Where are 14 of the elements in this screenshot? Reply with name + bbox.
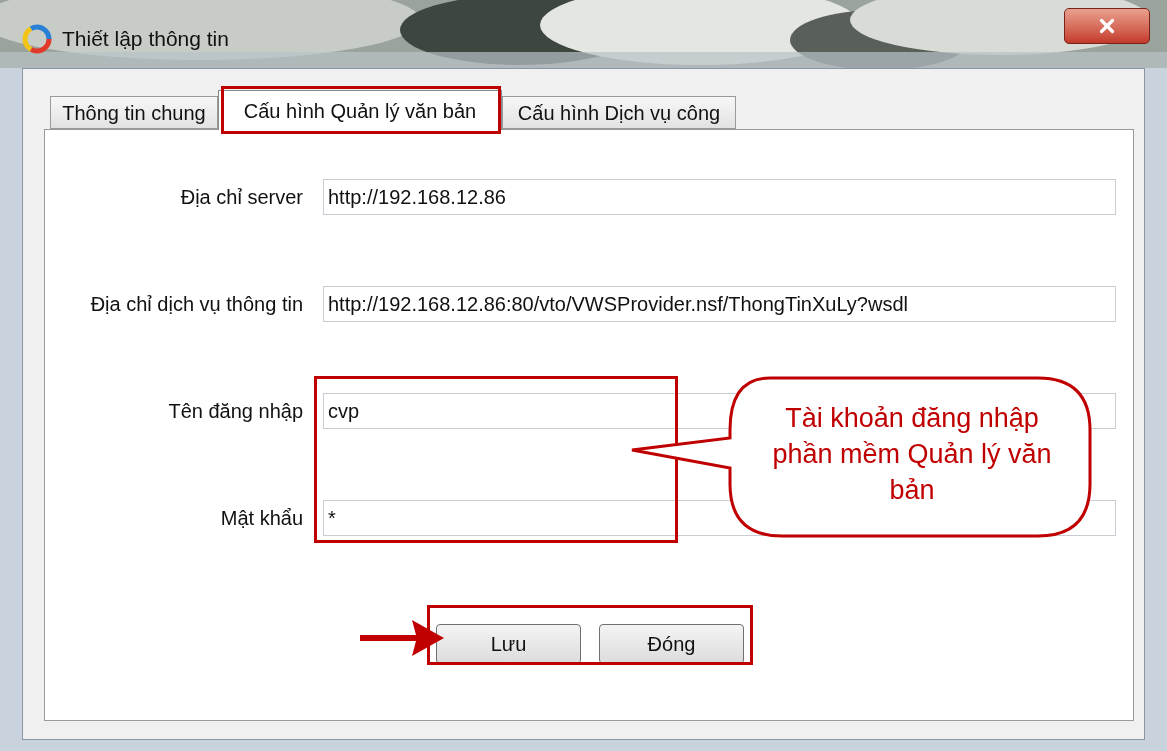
- tab[interactable]: Cấu hình Quản lý văn bản: [218, 90, 502, 130]
- field-label: Mật khẩu: [219, 506, 303, 531]
- dialog-button[interactable]: Lưu: [436, 624, 581, 664]
- close-button[interactable]: [1064, 8, 1150, 44]
- app-logo-icon: [22, 24, 52, 54]
- text-field[interactable]: http://192.168.12.86: [323, 179, 1116, 215]
- text-field[interactable]: http://192.168.12.86:80/vto/VWSProvider.nsf/ThongTinXuLy?wsdl: [323, 286, 1116, 322]
- dialog-button[interactable]: Đóng: [599, 624, 744, 664]
- tab[interactable]: Thông tin chung: [50, 96, 218, 129]
- window-title: Thiết lập thông tin: [62, 26, 229, 53]
- field-label: Địa chỉ server: [179, 185, 303, 210]
- field-label: Địa chỉ dịch vụ thông tin: [89, 292, 303, 317]
- tab[interactable]: Cấu hình Dịch vụ công: [502, 96, 736, 129]
- field-label: Tên đăng nhập: [167, 399, 303, 424]
